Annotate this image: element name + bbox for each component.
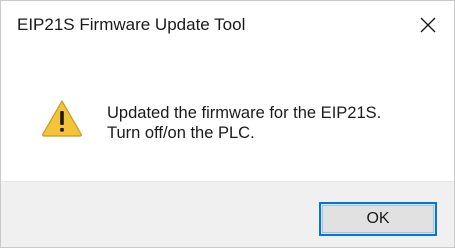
- close-icon: [420, 17, 436, 33]
- title-bar: EIP21S Firmware Update Tool: [1, 1, 454, 51]
- dialog-title: EIP21S Firmware Update Tool: [17, 15, 246, 34]
- dialog-content: Updated the firmware for the EIP21S. Tur…: [1, 51, 454, 181]
- message-dialog: EIP21S Firmware Update Tool Updated the …: [0, 0, 455, 248]
- warning-icon: [42, 100, 82, 137]
- ok-button[interactable]: OK: [319, 202, 437, 236]
- ok-button-label: OK: [366, 210, 390, 227]
- message-line-1: Updated the firmware for the EIP21S.: [107, 104, 382, 122]
- dialog-footer: OK: [1, 181, 454, 247]
- close-button[interactable]: [410, 7, 446, 43]
- dialog-message: Updated the firmware for the EIP21S. Tur…: [107, 103, 381, 143]
- message-line-2: Turn off/on the PLC.: [107, 124, 255, 142]
